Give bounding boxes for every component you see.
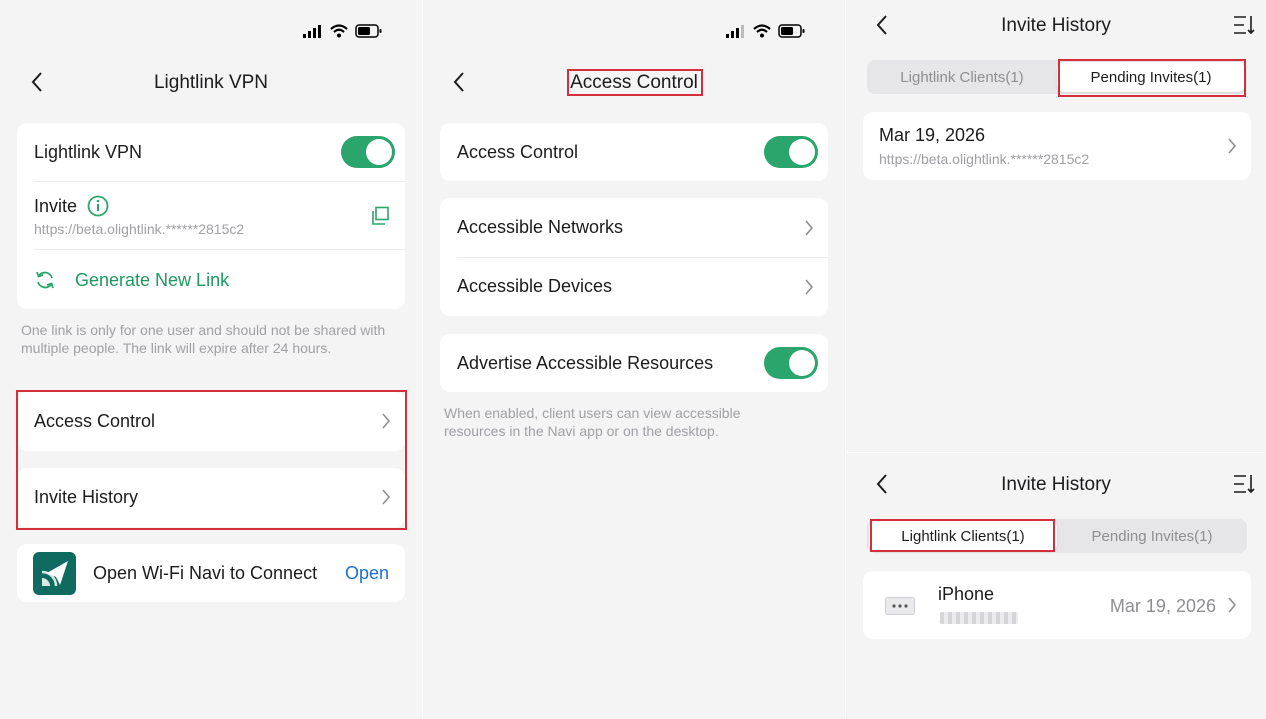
accessible-devices-row[interactable]: Accessible Devices (440, 257, 828, 316)
highlight-box (1058, 59, 1246, 97)
accessible-networks-label: Accessible Networks (457, 217, 624, 237)
invite-link: https://beta.olightlink.******2815c2 (34, 221, 245, 237)
advertise-toggle[interactable] (764, 347, 818, 379)
section-divider (846, 452, 1266, 453)
lightlink-vpn-screen: Lightlink VPN Lightlink VPN Invite https… (0, 0, 422, 719)
accessible-networks-row[interactable]: Accessible Networks (440, 198, 828, 257)
divider (34, 181, 405, 182)
advertise-hint: When enabled, client users can view acce… (444, 405, 741, 439)
client-date: Mar 19, 2026 (1109, 596, 1216, 616)
access-control-screen: Access Control Access Control Accessible… (423, 0, 845, 719)
battery-icon (778, 24, 805, 38)
open-navi-label: Open Wi-Fi Navi to Connect (93, 563, 318, 583)
invite-row: Invite (34, 195, 109, 217)
highlight-box (567, 69, 703, 96)
page-title: Lightlink VPN (153, 72, 269, 93)
tab-lightlink-clients[interactable]: Lightlink Clients(1) (867, 60, 1057, 94)
chevron-right-icon (805, 279, 814, 295)
generate-link-button[interactable]: Generate New Link (34, 269, 229, 291)
tab-pending-invites[interactable]: Pending Invites(1) (1057, 519, 1247, 553)
invite-date: Mar 19, 2026 (879, 125, 986, 145)
access-control-toggle-card: Access Control (440, 123, 828, 181)
sort-icon[interactable] (1233, 474, 1255, 494)
copy-icon[interactable] (370, 206, 390, 226)
invite-history-screen: Invite History Lightlink Clients(1) Pend… (846, 0, 1266, 719)
status-bar (303, 24, 383, 38)
wifi-icon (753, 24, 771, 38)
redacted-device-id (940, 612, 1018, 624)
vpn-toggle[interactable] (341, 136, 395, 168)
device-name: iPhone (938, 584, 995, 604)
cellular-signal-icon (303, 24, 321, 38)
link-hint: One link is only for one user and should… (21, 322, 386, 356)
access-control-label: Access Control (457, 141, 579, 162)
highlight-box (870, 519, 1055, 552)
info-icon[interactable] (87, 195, 109, 217)
pending-invite-item[interactable]: Mar 19, 2026 https://beta.olightlink.***… (863, 112, 1251, 180)
accessible-resources-card: Accessible Networks Accessible Devices (440, 198, 828, 316)
open-navi-card: Open Wi-Fi Navi to Connect Open (17, 544, 405, 602)
invite-label: Invite (34, 195, 78, 216)
access-control-toggle[interactable] (764, 136, 818, 168)
highlight-box (16, 390, 407, 530)
page-title: Invite History (1001, 474, 1111, 495)
refresh-icon (36, 271, 54, 289)
page-title: Invite History (1001, 15, 1111, 36)
status-bar (726, 24, 806, 38)
chevron-right-icon (1228, 138, 1237, 154)
vpn-label: Lightlink VPN (34, 141, 143, 162)
invite-link: https://beta.olightlink.******2815c2 (879, 151, 1090, 167)
client-item[interactable]: iPhone Mar 19, 2026 (863, 571, 1251, 639)
generate-link-label: Generate New Link (75, 269, 230, 290)
device-icon (885, 597, 915, 615)
wifi-icon (330, 24, 348, 38)
divider (34, 249, 405, 250)
battery-icon (355, 24, 382, 38)
advertise-card: Advertise Accessible Resources (440, 334, 828, 392)
chevron-right-icon (805, 220, 814, 236)
open-button[interactable]: Open (345, 563, 389, 584)
advertise-label: Advertise Accessible Resources (457, 352, 714, 373)
vpn-card: Lightlink VPN Invite https://beta.olight… (17, 123, 405, 309)
sort-icon[interactable] (1233, 15, 1255, 35)
cellular-signal-icon (726, 24, 744, 38)
wifi-navi-app-icon (33, 552, 76, 595)
chevron-right-icon (1228, 597, 1237, 613)
accessible-devices-label: Accessible Devices (457, 276, 613, 296)
